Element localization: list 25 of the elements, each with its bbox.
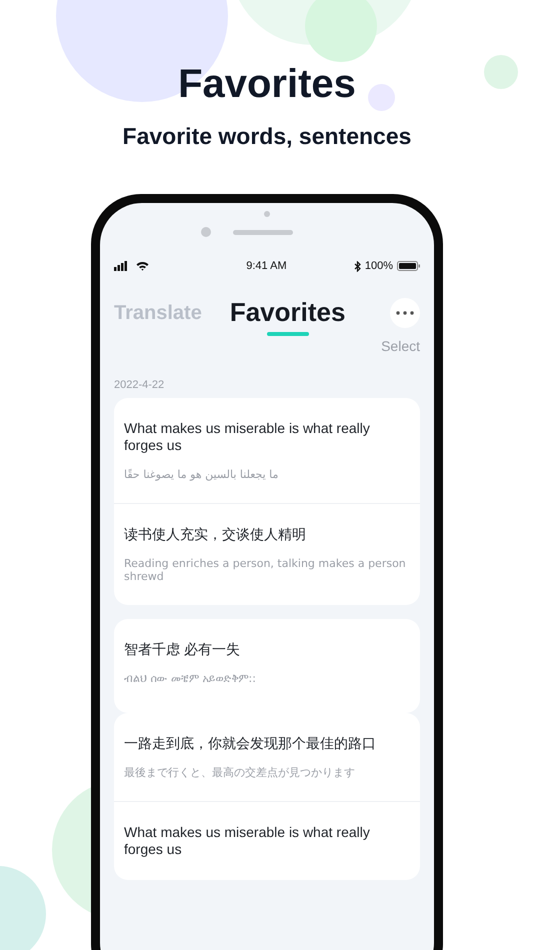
- translation-text: ما يجعلنا بالسين هو ما يصوغنا حقًا: [124, 468, 278, 481]
- speaker-slot: [233, 230, 293, 234]
- battery-percent: 100%: [364, 258, 393, 274]
- favorite-sentence: 智者千虑 必有一失: [124, 641, 241, 658]
- header-tab[interactable]: Translate: [114, 300, 202, 326]
- translation-text: Reading enriches a person, talking makes a person shrewd: [124, 557, 407, 583]
- tab-underline: [266, 332, 309, 336]
- header-tab[interactable]: Favorites: [230, 297, 346, 336]
- wifi-icon: [136, 261, 149, 271]
- date-label: 2022-4-22: [114, 379, 166, 392]
- status-time: 9:41 AM: [246, 258, 287, 274]
- page-heading: Favorites: [178, 61, 356, 108]
- page-subheading: Favorite words, sentences: [122, 122, 412, 150]
- signal-icon: [114, 261, 128, 271]
- favorite-sentence: What makes us miserable is what really forges us: [124, 420, 371, 454]
- translation-text: 最後まで行くと、最高の交差点が見つかります: [124, 766, 355, 779]
- select-button[interactable]: Select: [381, 338, 420, 355]
- favorite-sentence: What makes us miserable is what really forges us: [124, 824, 371, 858]
- favorite-sentence: 读书使人充实，交谈使人精明: [124, 526, 307, 543]
- more-icon: [396, 311, 414, 315]
- favorite-sentence: 一路走到底，你就会发现那个最佳的路口: [124, 735, 377, 752]
- battery-icon: [397, 261, 420, 271]
- translation-text: ብልህ ሰው መቼም አይወድቅም::: [124, 672, 256, 685]
- bluetooth-icon: [354, 260, 361, 272]
- more-button[interactable]: [390, 298, 420, 328]
